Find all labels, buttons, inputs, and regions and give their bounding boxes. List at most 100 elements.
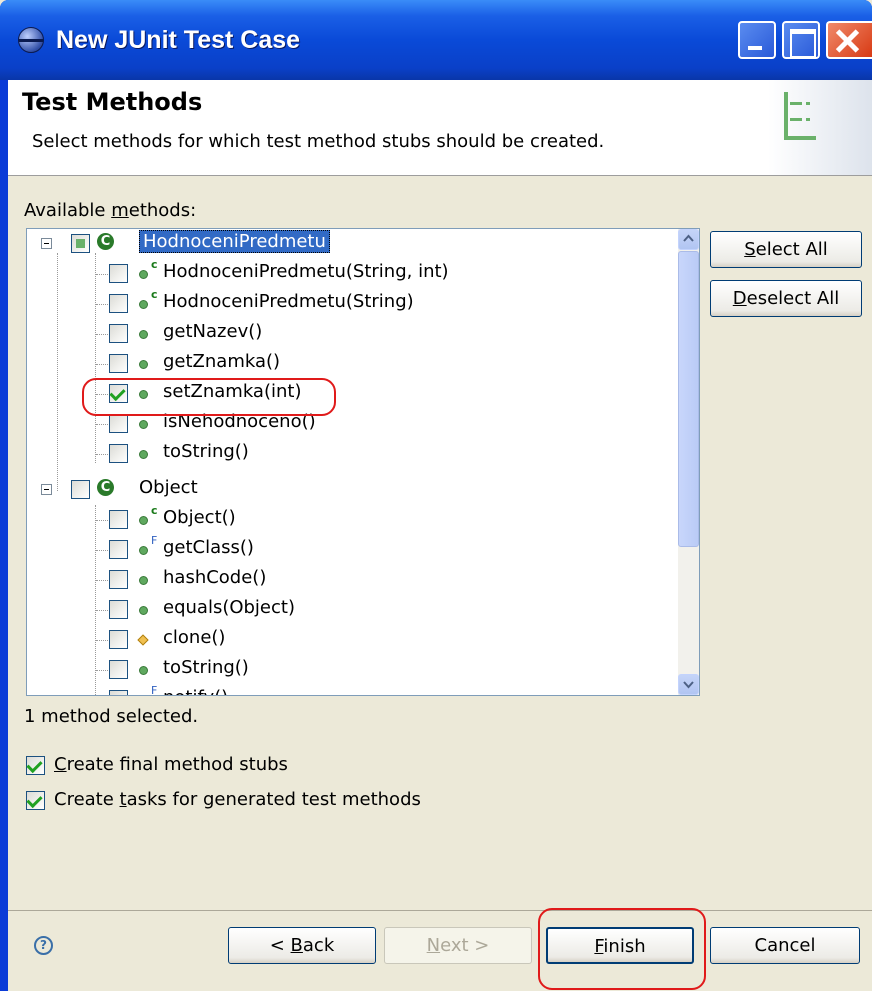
method-checkbox[interactable] — [109, 354, 128, 373]
close-button[interactable] — [826, 21, 872, 59]
next-button[interactable]: Next > — [384, 927, 532, 964]
minimize-button[interactable] — [738, 21, 776, 59]
maximize-button[interactable] — [782, 21, 820, 59]
method-row[interactable]: toString() — [27, 655, 667, 685]
tree-connector — [96, 550, 108, 551]
deselect-all-button[interactable]: Deselect All — [710, 280, 862, 317]
select-all-button[interactable]: Select All — [710, 231, 862, 268]
tree-node-class[interactable]: C Object — [27, 475, 667, 505]
class-icon: C — [97, 479, 114, 496]
tasks-label: Create tasks for generated test methods — [54, 789, 421, 810]
public-method-icon — [139, 516, 148, 525]
collapse-icon[interactable] — [41, 238, 52, 249]
final-stubs-label: Create final method stubs — [54, 754, 288, 775]
public-method-icon — [139, 330, 148, 339]
method-label: HodnoceniPredmetu(String, int) — [163, 261, 449, 282]
class-label: Object — [139, 477, 198, 498]
method-row[interactable]: clone() — [27, 625, 667, 655]
method-label: getZnamka() — [163, 351, 281, 372]
public-method-icon — [139, 576, 148, 585]
tree-node-class[interactable]: C HodnoceniPredmetu — [27, 229, 667, 259]
final-stubs-checkbox[interactable] — [26, 756, 45, 775]
help-icon[interactable]: ? — [34, 936, 53, 955]
method-checkbox[interactable] — [109, 264, 128, 283]
class-checkbox[interactable] — [71, 480, 90, 499]
method-label: toString() — [163, 657, 249, 678]
method-label: hashCode() — [163, 567, 267, 588]
public-method-icon — [139, 606, 148, 615]
method-checkbox[interactable] — [109, 510, 128, 529]
method-checkbox[interactable] — [109, 570, 128, 589]
tree-connector — [96, 640, 108, 641]
tree-connector — [96, 274, 108, 275]
public-method-icon — [139, 666, 148, 675]
method-label: notify() — [163, 687, 228, 695]
selection-status: 1 method selected. — [24, 706, 199, 727]
available-methods-label: Available methods: — [24, 200, 197, 221]
method-row[interactable]: equals(Object) — [27, 595, 667, 625]
method-row[interactable]: c HodnoceniPredmetu(String) — [27, 288, 667, 319]
class-icon: C — [97, 233, 114, 250]
page-description: Select methods for which test method stu… — [32, 131, 605, 152]
public-method-icon — [139, 546, 148, 555]
constructor-marker-icon: c — [151, 504, 158, 517]
public-method-icon — [139, 270, 148, 279]
separator — [8, 910, 872, 911]
method-label: toString() — [163, 441, 249, 462]
method-label: getNazev() — [163, 321, 263, 342]
eclipse-icon — [18, 27, 44, 53]
method-row[interactable]: Fnotify() — [27, 684, 667, 695]
test-methods-banner-icon — [784, 92, 816, 140]
class-checkbox[interactable] — [71, 234, 90, 253]
tasks-checkbox[interactable] — [26, 791, 45, 810]
method-checkbox[interactable] — [109, 540, 128, 559]
class-label: HodnoceniPredmetu — [139, 230, 330, 253]
public-method-icon — [139, 360, 148, 369]
collapse-icon[interactable] — [41, 484, 52, 495]
method-label: HodnoceniPredmetu(String) — [163, 291, 414, 312]
scroll-up-arrow-icon[interactable] — [678, 229, 699, 250]
tree-connector — [96, 304, 108, 305]
public-method-icon — [139, 450, 148, 459]
method-row[interactable]: hashCode() — [27, 565, 667, 595]
public-method-icon — [139, 420, 148, 429]
method-checkbox[interactable] — [109, 294, 128, 313]
method-row[interactable]: getZnamka() — [27, 349, 667, 379]
method-checkbox[interactable] — [109, 414, 128, 433]
highlight-annotation — [538, 908, 706, 990]
method-row[interactable]: c HodnoceniPredmetu(String, int) — [27, 258, 667, 289]
dialog-client-area: Test Methods Select methods for which te… — [8, 80, 872, 991]
constructor-marker-icon: c — [151, 258, 158, 271]
tree-connector — [96, 520, 108, 521]
method-checkbox[interactable] — [109, 600, 128, 619]
method-row[interactable]: c Object() — [27, 504, 667, 535]
method-checkbox[interactable] — [109, 690, 128, 695]
method-row[interactable]: getNazev() — [27, 319, 667, 349]
title-bar[interactable]: New JUnit Test Case — [0, 0, 872, 80]
method-label: Object() — [163, 507, 236, 528]
tree-scrollbar[interactable] — [678, 229, 699, 695]
scroll-down-arrow-icon[interactable] — [678, 674, 699, 695]
wizard-header: Test Methods Select methods for which te… — [8, 80, 872, 176]
tree-connector — [96, 454, 108, 455]
highlight-annotation — [82, 378, 336, 416]
back-button[interactable]: < Back — [228, 927, 376, 964]
method-checkbox[interactable] — [109, 324, 128, 343]
method-checkbox[interactable] — [109, 444, 128, 463]
dialog-window: New JUnit Test Case Test Methods Select … — [0, 0, 872, 991]
methods-tree[interactable]: C HodnoceniPredmetu c HodnoceniPredmetu(S… — [26, 228, 700, 696]
tree-connector — [96, 580, 108, 581]
tree-connector — [96, 670, 108, 671]
wizard-banner — [768, 80, 872, 175]
tree-connector — [96, 610, 108, 611]
cancel-button[interactable]: Cancel — [710, 927, 860, 964]
scroll-thumb[interactable] — [678, 251, 699, 547]
method-label: equals(Object) — [163, 597, 295, 618]
method-checkbox[interactable] — [109, 630, 128, 649]
tree-connector — [96, 364, 108, 365]
method-row[interactable]: FgetClass() — [27, 534, 667, 565]
final-marker-icon: F — [151, 534, 158, 547]
method-checkbox[interactable] — [109, 660, 128, 679]
method-row[interactable]: toString() — [27, 439, 667, 469]
tree-connector — [96, 424, 108, 425]
